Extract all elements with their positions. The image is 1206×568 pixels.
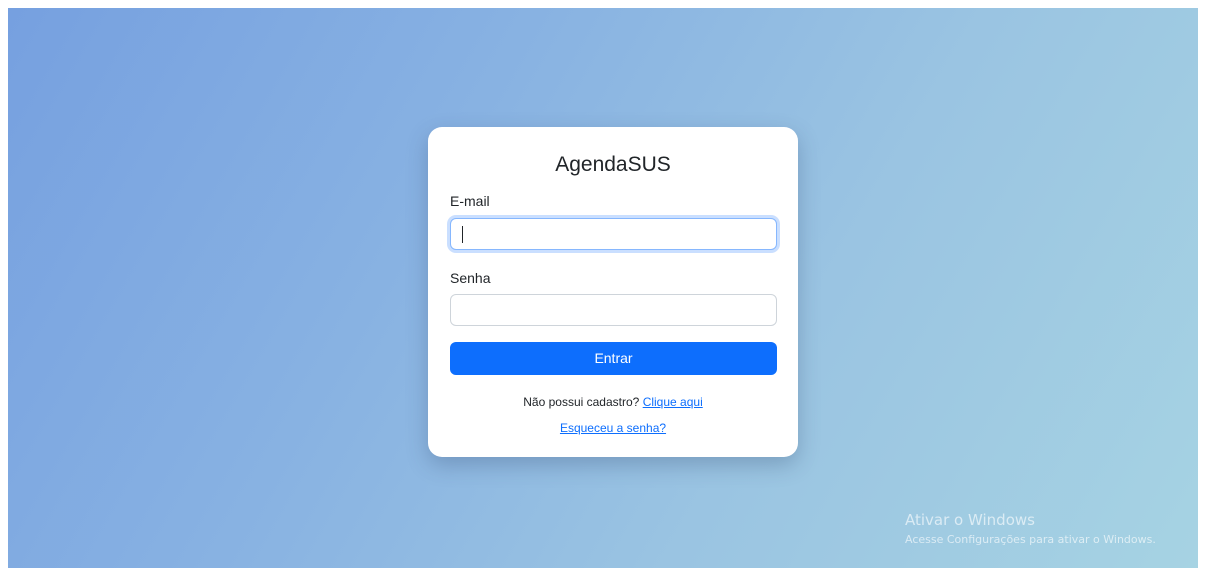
page-background: AgendaSUS E-mail Senha Entrar Não possui… <box>8 8 1198 568</box>
email-label: E-mail <box>450 193 490 209</box>
text-caret <box>462 226 463 243</box>
app-title: AgendaSUS <box>555 153 671 176</box>
forgot-password-link[interactable]: Esqueceu a senha? <box>560 421 666 435</box>
watermark-title: Ativar o Windows <box>905 511 1035 529</box>
forgot-password-row: Esqueceu a senha? <box>428 421 798 435</box>
windows-activation-watermark: Ativar o Windows Acesse Configurações pa… <box>905 511 1156 548</box>
signup-link[interactable]: Clique aqui <box>643 395 703 409</box>
password-field[interactable] <box>450 294 777 326</box>
password-label: Senha <box>450 270 491 286</box>
watermark-subtitle: Acesse Configurações para ativar o Windo… <box>905 533 1156 546</box>
login-card: AgendaSUS E-mail Senha Entrar Não possui… <box>428 127 798 457</box>
email-field[interactable] <box>450 218 777 250</box>
login-button[interactable]: Entrar <box>450 342 777 375</box>
signup-prompt: Não possui cadastro? Clique aqui <box>428 395 798 409</box>
signup-prompt-text: Não possui cadastro? <box>523 395 640 409</box>
